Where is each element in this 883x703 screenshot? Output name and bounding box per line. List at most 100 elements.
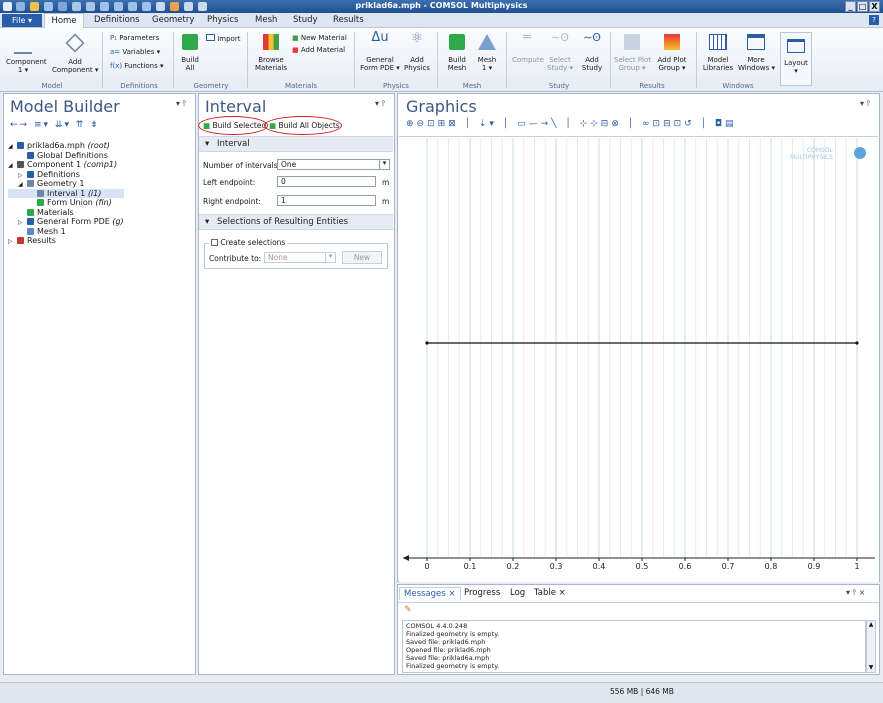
group-results: Results	[639, 82, 665, 90]
file-menu[interactable]: File ▾	[2, 14, 42, 27]
tree-item[interactable]: ◢ priklad6a.mph (root)	[8, 141, 124, 151]
more-windows-button[interactable]: More Windows ▾	[738, 34, 775, 72]
scroll-down-icon[interactable]: ▼	[867, 664, 875, 672]
general-form-pde-button[interactable]: Δu General Form PDE ▾	[360, 31, 400, 72]
wireframe-icon[interactable]: ⊗	[611, 119, 622, 129]
tab-home[interactable]: Home	[44, 13, 84, 28]
expand-icon[interactable]: ▷	[8, 237, 17, 247]
variables-button[interactable]: a= Variables ▾	[110, 48, 160, 57]
import-button[interactable]: Import	[206, 34, 240, 44]
pin-icon[interactable]: ▾ ⫯	[375, 99, 385, 109]
tree-item[interactable]: Materials	[8, 208, 124, 218]
settings-panel: Interval ▾ ⫯ ■ Build Selected ■ Build Al…	[198, 93, 395, 675]
tab-mesh[interactable]: Mesh	[255, 15, 277, 25]
pin-icon[interactable]: ▾ ⫯	[860, 99, 870, 109]
tab-physics[interactable]: Physics	[207, 15, 238, 25]
section-selections[interactable]: ▾ Selections of Resulting Entities	[199, 214, 393, 230]
add-study-button[interactable]: ∼ʘ Add Study	[578, 32, 606, 72]
show-all-icon[interactable]: ⊡	[653, 119, 664, 129]
tab-definitions[interactable]: Definitions	[94, 15, 140, 25]
zoom-in-icon[interactable]: ⊕	[406, 119, 417, 129]
new-material-button[interactable]: ■ New Material	[292, 34, 347, 43]
scrollbar[interactable]: ▲ ▼	[866, 620, 876, 673]
pin-icon[interactable]: ▾ ⫯	[176, 99, 186, 109]
close-button[interactable]: X	[869, 1, 880, 12]
tree-item[interactable]: Mesh 1	[8, 227, 124, 237]
graphics-canvas[interactable]: 0 0.1 0.2 0.3 0.4 0.5 0.6 0.7 0.8 0.9 1	[399, 138, 879, 582]
add-material-button[interactable]: ■ Add Material	[292, 46, 345, 55]
tree-item[interactable]: ◢ Geometry 1	[8, 179, 124, 189]
sort-icon[interactable]: ⇟	[90, 120, 100, 130]
geometry-endpoint	[855, 341, 859, 345]
create-selections-checkbox[interactable]: Create selections	[209, 238, 288, 247]
right-endpoint-unit: m	[382, 197, 390, 206]
tree-item[interactable]: ▷ Definitions	[8, 170, 124, 180]
minimize-button[interactable]: _	[845, 1, 856, 12]
grid2-icon[interactable]: ⊹	[590, 119, 601, 129]
contribute-to-select[interactable]: None ▾	[264, 252, 336, 263]
render-icon[interactable]: ⊟	[601, 119, 612, 129]
grid-icon[interactable]: ⊹	[580, 119, 591, 129]
parameters-button[interactable]: P₁ Parameters	[110, 34, 159, 43]
expand-icon[interactable]: ⇈	[76, 120, 86, 130]
browse-materials-button[interactable]: Browse Materials	[254, 34, 288, 72]
zoom-selected-icon[interactable]: ⊞	[438, 119, 449, 129]
component-button[interactable]: Component 1 ▾	[6, 34, 47, 74]
collapse-icon[interactable]: ⇊▾	[55, 120, 71, 130]
reset-icon[interactable]: ↺	[684, 119, 695, 129]
model-libraries-button[interactable]: Model Libraries	[700, 34, 736, 72]
tab-study[interactable]: Study	[293, 15, 318, 25]
forward-icon[interactable]: →	[20, 120, 30, 130]
clear-icon[interactable]: ⊡	[674, 119, 685, 129]
help-icon[interactable]: ?	[869, 15, 879, 25]
tab-progress[interactable]: Progress	[464, 588, 500, 598]
functions-button[interactable]: f(x) Functions ▾	[110, 62, 163, 71]
camera-view-icon[interactable]: ⊟	[663, 119, 674, 129]
tree-item[interactable]: ▷ Results	[8, 236, 124, 246]
compute-button[interactable]: ═ Compute	[512, 31, 544, 64]
select-box-icon[interactable]: ▭	[517, 119, 529, 129]
tab-table[interactable]: Table ×	[534, 588, 566, 598]
layout-button[interactable]: Layout ▾	[780, 32, 812, 86]
maximize-button[interactable]: □	[857, 1, 868, 12]
tab-messages[interactable]: Messages ×	[399, 587, 461, 600]
section-interval[interactable]: ▾ Interval	[199, 136, 393, 152]
select-icon[interactable]: —	[529, 119, 541, 129]
add-plot-group-button[interactable]: Add Plot Group ▾	[654, 34, 690, 72]
back-icon[interactable]: ←	[10, 120, 20, 130]
zoom-extents-icon[interactable]: ⊠	[448, 119, 459, 129]
tree-item[interactable]: ▷ General Form PDE (g)	[8, 217, 124, 227]
deselect-icon[interactable]: ╲	[551, 119, 559, 129]
show-icon[interactable]: ≡▾	[34, 120, 50, 130]
clear-messages-icon[interactable]: ✎	[404, 605, 412, 615]
print-icon[interactable]: ▤	[725, 119, 737, 129]
select-plot-group-button[interactable]: Select Plot Group ▾	[614, 34, 651, 72]
tree-item[interactable]: ◢ Component 1 (comp1)	[8, 160, 124, 170]
hide-icon[interactable]: ∞	[642, 119, 653, 129]
tab-log[interactable]: Log	[510, 588, 525, 598]
tree-item[interactable]: Interval 1 (i1)	[8, 188, 124, 198]
tab-geometry[interactable]: Geometry	[152, 15, 194, 25]
tab-results[interactable]: Results	[333, 15, 364, 25]
build-mesh-button[interactable]: Build Mesh	[444, 34, 470, 72]
view-icon[interactable]: ⇣▾	[479, 119, 497, 129]
model-libraries-icon	[709, 34, 727, 50]
zoom-box-icon[interactable]: ⊡	[427, 119, 438, 129]
number-of-intervals-select[interactable]: One ▾	[277, 159, 390, 170]
scroll-up-icon[interactable]: ▲	[867, 621, 875, 629]
tree-item[interactable]: Global Definitions	[8, 151, 124, 161]
add-physics-button[interactable]: ⚛ Add Physics	[402, 31, 432, 72]
right-endpoint-field[interactable]: 1	[277, 195, 376, 206]
add-component-button[interactable]: Add Component ▾	[52, 33, 98, 74]
new-button[interactable]: New	[342, 251, 382, 264]
build-all-button[interactable]: Build All	[178, 34, 202, 72]
left-endpoint-field[interactable]: 0	[277, 176, 376, 187]
mesh1-button[interactable]: Mesh 1 ▾	[474, 34, 500, 72]
zoom-out-icon[interactable]: ⊖	[417, 119, 428, 129]
pin-icon[interactable]: ▾ ⫯ ×	[846, 588, 865, 598]
tree-item[interactable]: Form Union (fin)	[8, 198, 124, 208]
tree-item-tag: (g)	[112, 217, 124, 226]
select-study-button[interactable]: ∼ʘ Select Study ▾	[546, 32, 574, 72]
screenshot-icon[interactable]: ◘	[715, 119, 725, 129]
arrow-icon[interactable]: →	[541, 119, 552, 129]
